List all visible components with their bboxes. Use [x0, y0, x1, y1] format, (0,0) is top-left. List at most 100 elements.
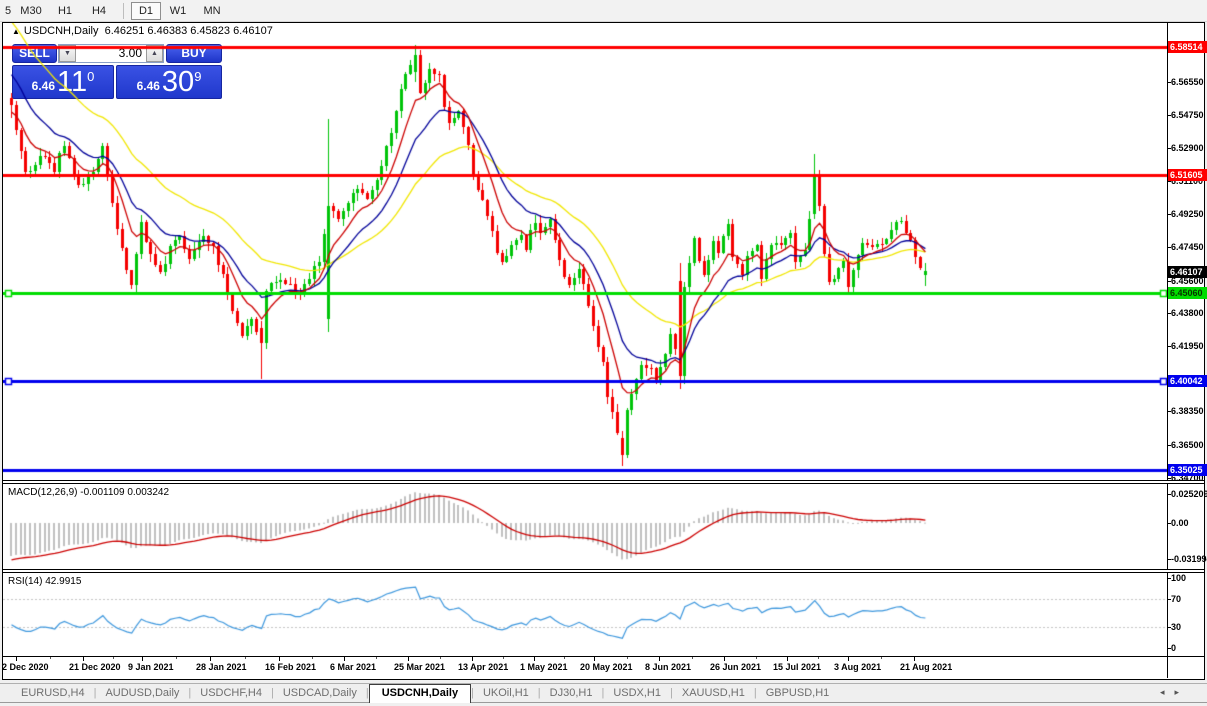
tab-audusd-daily[interactable]: AUDUSD,Daily [96, 685, 188, 702]
time-axis-minor-tick [692, 657, 693, 659]
time-axis-minor-tick [818, 657, 819, 659]
price-axis-label: 6.43800 [1171, 308, 1204, 318]
symbol-tabs: EURUSD,H4|AUDUSD,Daily|USDCHF,H4|USDCAD,… [0, 683, 1207, 703]
price-badge: 6.35025 [1168, 464, 1207, 476]
macd-axis-label: 0.00 [1171, 518, 1189, 528]
macd-name: MACD(12,26,9) [8, 487, 77, 498]
time-axis-minor-tick [113, 657, 114, 659]
toolbar-separator [123, 3, 124, 19]
time-axis-minor-tick [312, 657, 313, 659]
time-axis-label: 21 Aug 2021 [900, 662, 952, 672]
panel-separator-macd[interactable] [3, 480, 1204, 484]
time-axis-tick [534, 657, 535, 661]
time-axis-tick [594, 657, 595, 661]
time-axis-minor-tick [627, 657, 628, 659]
time-axis-minor-tick [376, 657, 377, 659]
price-axis-label: 6.54750 [1171, 110, 1204, 120]
price-badge: 6.51605 [1168, 169, 1207, 181]
time-axis-minor-tick [440, 657, 441, 659]
symbol-period-label: USDCNH,Daily [24, 25, 99, 37]
price-badge: 6.45060 [1168, 287, 1207, 299]
chart-ohlc-title: ▲USDCNH,Daily 6.46251 6.46383 6.45823 6.… [12, 25, 273, 37]
collapse-triangle-icon[interactable]: ▲ [12, 27, 20, 36]
rsi-indicator-canvas[interactable] [3, 573, 1167, 656]
time-axis-label: 15 Jul 2021 [773, 662, 821, 672]
macd-indicator-canvas[interactable] [3, 484, 1167, 569]
price-axis-label: 6.49250 [1171, 209, 1204, 219]
time-axis-minor-tick [176, 657, 177, 659]
tab-scroll-right-icon[interactable]: ▸ [1174, 687, 1189, 697]
rsi-axis-label: 100 [1171, 573, 1186, 583]
tab-ukoil-h1[interactable]: UKOil,H1 [474, 685, 538, 702]
time-axis-tick [408, 657, 409, 661]
time-axis-label: 13 Apr 2021 [458, 662, 508, 672]
tab-usdx-h1[interactable]: USDX,H1 [604, 685, 670, 702]
time-axis-tick [344, 657, 345, 661]
price-axis-label: 6.47450 [1171, 242, 1204, 252]
timeframe-button-5[interactable]: 5 [2, 2, 14, 20]
time-axis-tick [724, 657, 725, 661]
price-axis-label: 6.36500 [1171, 440, 1204, 450]
timeframe-button-w1[interactable]: W1 [161, 2, 195, 20]
timeframe-button-h1[interactable]: H1 [48, 2, 82, 20]
time-axis-label: 26 Jun 2021 [710, 662, 761, 672]
timeframe-button-mn[interactable]: MN [195, 2, 229, 20]
tab-eurusd-h4[interactable]: EURUSD,H4 [12, 685, 94, 702]
rsi-panel-border [3, 656, 1204, 657]
rsi-value: 42.9915 [45, 576, 81, 587]
time-axis-minor-tick [564, 657, 565, 659]
tab-usdcnh-daily[interactable]: USDCNH,Daily [369, 684, 471, 703]
tab-scroll-arrows: ◂▸ [1160, 687, 1189, 698]
time-axis-label: 16 Feb 2021 [265, 662, 316, 672]
macd-values: -0.001109 0.003242 [80, 487, 169, 498]
time-axis-tick [210, 657, 211, 661]
time-axis-tick [279, 657, 280, 661]
timeframe-button-h4[interactable]: H4 [82, 2, 116, 20]
time-axis-label: 21 Dec 2020 [69, 662, 121, 672]
tab-usdchf-h4[interactable]: USDCHF,H4 [191, 685, 271, 702]
tab-gbpusd-h1[interactable]: GBPUSD,H1 [757, 685, 839, 702]
price-chart-canvas[interactable] [3, 23, 1167, 480]
price-axis-border [1167, 23, 1168, 678]
time-axis-tick [142, 657, 143, 661]
time-axis-label: 20 May 2021 [580, 662, 633, 672]
timeframe-button-d1[interactable]: D1 [131, 2, 161, 20]
time-axis-minor-tick [50, 657, 51, 659]
time-axis-minor-tick [756, 657, 757, 659]
price-badge: 6.40042 [1168, 375, 1207, 387]
panel-separator-rsi[interactable] [3, 569, 1204, 573]
price-badge: 6.58514 [1168, 41, 1207, 53]
time-axis-minor-tick [503, 657, 504, 659]
tab-xauusd-h1[interactable]: XAUUSD,H1 [673, 685, 754, 702]
rsi-name: RSI(14) [8, 576, 42, 587]
time-axis-tick [659, 657, 660, 661]
price-badge: 6.46107 [1168, 266, 1207, 278]
time-axis-label: 1 May 2021 [520, 662, 568, 672]
time-axis-label: 25 Mar 2021 [394, 662, 445, 672]
rsi-axis-label: 30 [1171, 622, 1181, 632]
time-axis-label: 6 Mar 2021 [330, 662, 376, 672]
rsi-label: RSI(14) 42.9915 [8, 576, 81, 587]
macd-axis-label: -0.031994 [1171, 554, 1207, 564]
time-axis-tick [914, 657, 915, 661]
time-axis-label: 8 Jun 2021 [645, 662, 691, 672]
time-axis-label: 9 Jan 2021 [128, 662, 174, 672]
timeframe-button-m30[interactable]: M30 [14, 2, 48, 20]
tab-scroll-left-icon[interactable]: ◂ [1160, 687, 1175, 697]
price-axis-label: 6.56550 [1171, 77, 1204, 87]
rsi-axis-label: 70 [1171, 594, 1181, 604]
price-axis-label: 6.41950 [1171, 341, 1204, 351]
macd-label: MACD(12,26,9) -0.001109 0.003242 [8, 487, 169, 498]
timeframe-toolbar: 5M30H1H4 D1W1MN [0, 0, 1207, 22]
time-axis-minor-tick [881, 657, 882, 659]
price-axis-label: 6.38350 [1171, 406, 1204, 416]
time-axis-tick [16, 657, 17, 661]
time-axis-tick [83, 657, 84, 661]
tab-dj30-h1[interactable]: DJ30,H1 [541, 685, 602, 702]
time-axis-minor-tick [245, 657, 246, 659]
time-axis-label: 28 Jan 2021 [196, 662, 247, 672]
time-axis-tick [787, 657, 788, 661]
price-axis-label: 6.52900 [1171, 143, 1204, 153]
tab-usdcad-daily[interactable]: USDCAD,Daily [274, 685, 366, 702]
time-axis-tick [472, 657, 473, 661]
